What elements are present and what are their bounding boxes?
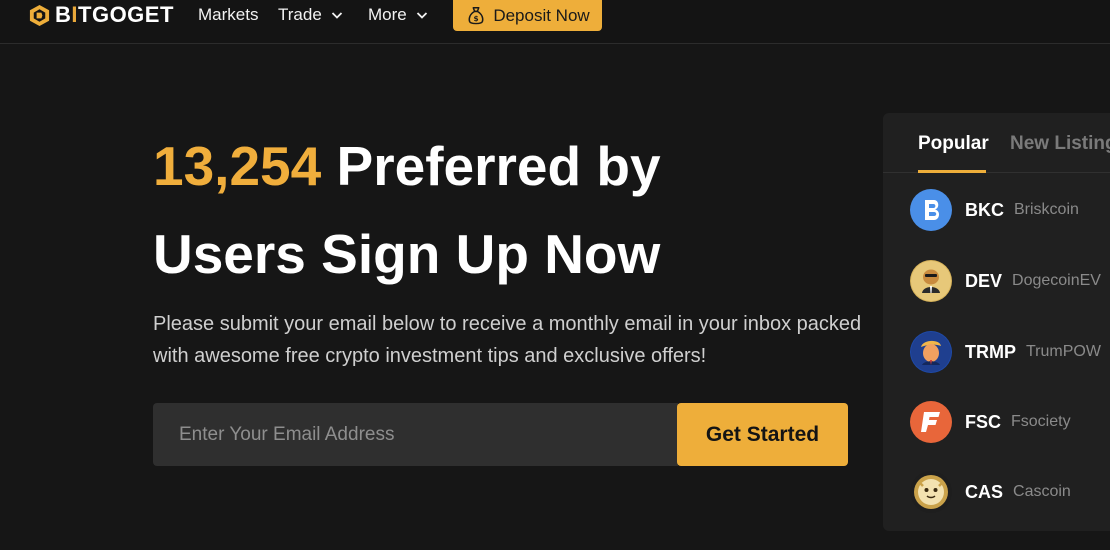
coin-symbol: FSC (965, 411, 1001, 432)
coin-symbol: BKC (965, 199, 1004, 220)
tab-popular[interactable]: Popular (918, 133, 989, 155)
signup-form: Get Started (153, 403, 848, 466)
deposit-now-label: Deposit Now (493, 5, 590, 25)
chevron-down-icon (331, 12, 342, 19)
nav-more-label: More (368, 5, 407, 24)
coin-list-panel: Popular New Listing BKC Briskcoin DEV Do… (883, 113, 1110, 531)
hero-subtitle: Please submit your email below to receiv… (153, 313, 862, 367)
cascoin-icon (910, 471, 952, 513)
hero-title-line2: Users Sign Up Now (153, 223, 661, 285)
money-bag-icon: $ (468, 6, 484, 24)
hero-title-line1: Preferred by (321, 135, 661, 197)
svg-text:$: $ (474, 14, 479, 23)
get-started-button[interactable]: Get Started (677, 403, 848, 466)
chevron-down-icon (416, 12, 427, 19)
fsociety-icon (910, 401, 952, 443)
coin-row-dev[interactable]: DEV DogecoinEV (910, 259, 1110, 303)
dogecoinev-icon (910, 260, 952, 302)
email-input[interactable] (153, 403, 678, 466)
coin-symbol: TRMP (965, 341, 1016, 362)
coin-row-trmp[interactable]: TRMP TrumPOW (910, 330, 1110, 374)
logo-mark-icon (29, 4, 50, 26)
brand-name: BITGOGET (55, 2, 174, 27)
coin-name: Briskcoin (1014, 201, 1079, 218)
coin-name: Fsociety (1011, 413, 1071, 430)
coin-row-cas[interactable]: CAS Cascoin (910, 470, 1110, 514)
coin-row-fsc[interactable]: FSC Fsociety (910, 400, 1110, 444)
nav-trade-label: Trade (278, 5, 322, 24)
coin-row-bkc[interactable]: BKC Briskcoin (910, 188, 1110, 232)
nav-markets[interactable]: Markets (198, 5, 258, 25)
nav-trade[interactable]: Trade (278, 5, 343, 25)
active-tab-indicator (918, 170, 986, 173)
nav-markets-label: Markets (198, 5, 259, 24)
coin-name: Cascoin (1013, 483, 1071, 500)
coin-symbol: DEV (965, 270, 1003, 291)
user-count: 13,254 (153, 135, 322, 197)
briskcoin-icon (910, 189, 952, 231)
coin-name: TrumPOW (1026, 343, 1101, 360)
nav-more[interactable]: More (368, 5, 428, 25)
coin-symbol: CAS (965, 481, 1004, 502)
trumpow-icon (910, 331, 952, 373)
brand-logo[interactable]: BITGOGET (28, 3, 174, 27)
tab-new-listing[interactable]: New Listing (1010, 133, 1110, 155)
coin-name: DogecoinEV (1012, 272, 1101, 289)
top-nav: BITGOGET Markets Trade More $ Deposit No… (0, 0, 1110, 44)
coin-tabs: Popular New Listing (883, 113, 1110, 173)
deposit-now-button[interactable]: $ Deposit Now (453, 0, 602, 31)
hero-title: 13,254 Preferred by Users Sign Up Now (153, 122, 853, 298)
